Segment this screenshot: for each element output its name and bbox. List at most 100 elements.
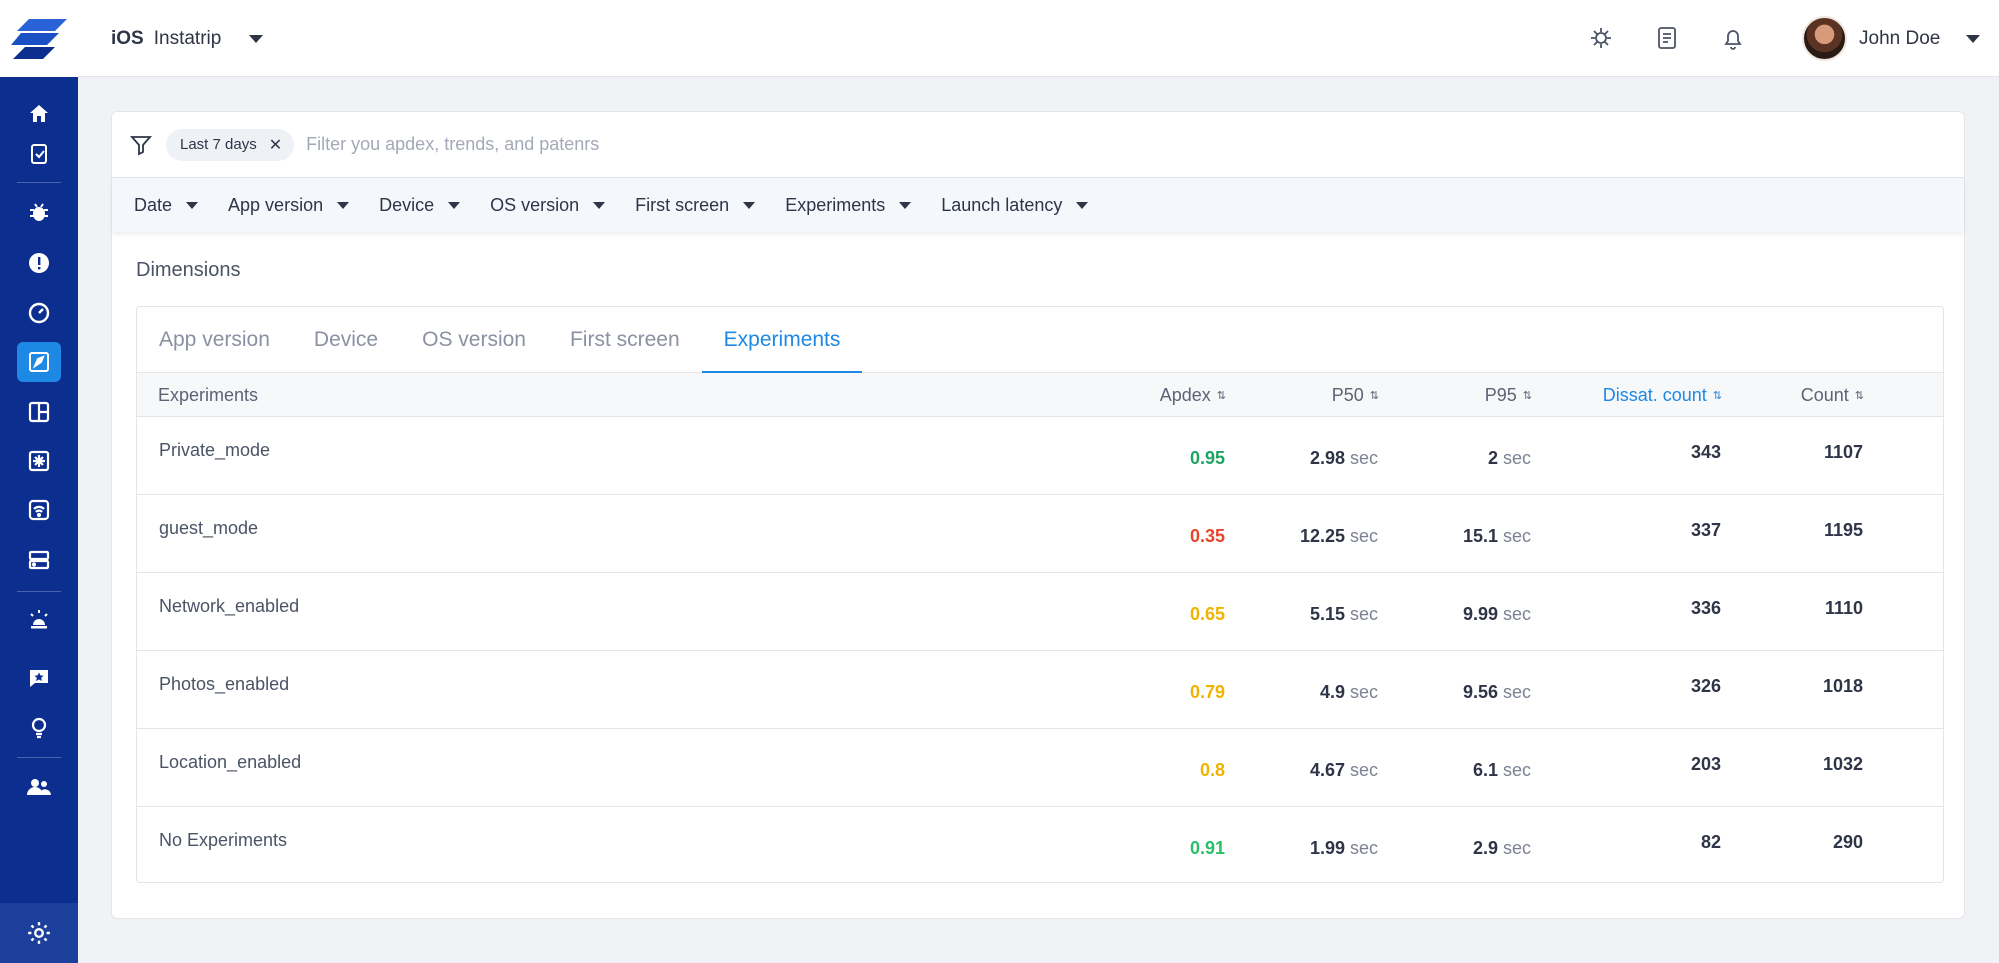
- sort-icon: ⇅: [1369, 389, 1379, 402]
- gauge-icon[interactable]: [17, 293, 61, 333]
- user-menu[interactable]: John Doe: [1802, 16, 1981, 61]
- filter-label: Device: [379, 194, 435, 215]
- app-platform: iOS: [111, 28, 144, 49]
- filter-bar: Last 7 days ✕: [112, 112, 1964, 178]
- p50-value: 4.9 sec: [1320, 653, 1378, 731]
- users-icon[interactable]: [17, 767, 61, 807]
- p95-value: 9.56 sec: [1463, 653, 1531, 731]
- apdex-value: 0.91: [1190, 809, 1225, 887]
- apdex-number: 0.91: [1189, 837, 1225, 858]
- sort-icon: ⇅: [1522, 389, 1532, 402]
- filter-chip[interactable]: Last 7 days ✕: [166, 128, 295, 161]
- p95-number: 9.99: [1462, 603, 1498, 624]
- filter-chip-label: Last 7 days: [180, 136, 257, 153]
- experiment-name: Network_enabled: [159, 595, 300, 616]
- column-header-apdex[interactable]: Apdex ⇅: [1160, 373, 1226, 417]
- table-row[interactable]: No Experiments 0.91 1.99 sec 2.9 sec 82 290: [137, 807, 1943, 885]
- p95-number: 2: [1487, 447, 1498, 468]
- clipboard-check-icon[interactable]: [17, 133, 61, 173]
- sort-icon: ⇅: [1216, 389, 1226, 402]
- document-icon[interactable]: [1651, 22, 1683, 54]
- sort-icon: ⇅: [1854, 389, 1864, 402]
- p50-value: 12.25 sec: [1300, 497, 1378, 575]
- snowflake-icon[interactable]: [17, 441, 61, 481]
- table-row[interactable]: guest_mode 0.35 12.25 sec 15.1 sec 337 1195: [137, 495, 1943, 573]
- unit-label: sec: [1349, 525, 1378, 546]
- main-card: Last 7 days ✕ Date App version Device OS…: [111, 111, 1965, 919]
- filter-first-screen[interactable]: First screen: [635, 194, 756, 216]
- wifi-icon[interactable]: [17, 490, 61, 530]
- top-bar: iOS Instatrip John Doe: [0, 0, 1999, 77]
- p50-number: 4.9: [1319, 681, 1345, 702]
- star-message-icon[interactable]: [17, 658, 61, 698]
- p95-number: 9.56: [1462, 681, 1498, 702]
- column-header-dissat-count[interactable]: Dissat. count ⇅: [1603, 373, 1722, 417]
- tab-experiments[interactable]: Experiments: [701, 307, 863, 374]
- bell-icon[interactable]: [1717, 22, 1749, 54]
- tab-os-version[interactable]: OS version: [400, 307, 548, 373]
- lightbulb-icon[interactable]: [17, 707, 61, 747]
- p95-value: 2 sec: [1488, 419, 1531, 497]
- app-switcher[interactable]: iOS Instatrip: [111, 25, 264, 53]
- logo[interactable]: [0, 0, 78, 77]
- close-icon[interactable]: ✕: [269, 135, 282, 155]
- alert-icon[interactable]: [17, 243, 61, 283]
- apdex-number: 0.8: [1199, 759, 1225, 780]
- filter-icon[interactable]: [130, 134, 152, 156]
- bug-settings-icon[interactable]: [1585, 22, 1617, 54]
- siren-icon[interactable]: [17, 599, 61, 639]
- filter-device[interactable]: Device: [379, 194, 461, 216]
- column-header-p50[interactable]: P50 ⇅: [1332, 373, 1379, 417]
- bug-icon[interactable]: [17, 192, 61, 232]
- column-header-p95[interactable]: P95 ⇅: [1485, 373, 1532, 417]
- table-row[interactable]: Private_mode 0.95 2.98 sec 2 sec 343 1107: [137, 417, 1943, 495]
- dissat-count-value: 326: [1690, 675, 1721, 696]
- section-title: Dimensions: [136, 259, 241, 281]
- experiment-name: Private_mode: [159, 439, 271, 460]
- apdex-number: 0.79: [1189, 681, 1225, 702]
- server-icon[interactable]: [17, 540, 61, 580]
- apdex-value: 0.65: [1190, 575, 1225, 653]
- apdex-value: 0.95: [1190, 419, 1225, 497]
- experiment-name: Photos_enabled: [159, 673, 290, 694]
- unit-label: sec: [1502, 837, 1531, 858]
- column-header-count[interactable]: Count ⇅: [1801, 373, 1864, 417]
- tab-app-version[interactable]: App version: [137, 307, 292, 373]
- dimensions-panel: App version Device OS version First scre…: [136, 306, 1944, 883]
- table-row[interactable]: Photos_enabled 0.79 4.9 sec 9.56 sec 326 1018: [137, 651, 1943, 729]
- gear-icon[interactable]: [0, 903, 78, 963]
- table-header: Experiments Apdex ⇅ P50 ⇅ P95 ⇅ Dissat. cou…: [137, 373, 1943, 417]
- search-input[interactable]: [306, 134, 1507, 155]
- filter-os-version[interactable]: OS version: [490, 195, 606, 216]
- filter-label: First screen: [635, 194, 730, 215]
- experiment-name: Location_enabled: [159, 751, 302, 772]
- filter-app-version[interactable]: App version: [228, 195, 350, 216]
- p50-number: 2.98: [1309, 447, 1345, 468]
- p50-value: 2.98 sec: [1310, 419, 1378, 497]
- dissat-count-value: 337: [1690, 519, 1721, 540]
- filter-experiments[interactable]: Experiments: [785, 195, 912, 216]
- table-row[interactable]: Network_enabled 0.65 5.15 sec 9.99 sec 336 1110: [137, 573, 1943, 651]
- tab-first-screen[interactable]: First screen: [548, 307, 702, 373]
- chevron-down-icon: [448, 201, 461, 209]
- tab-device[interactable]: Device: [292, 307, 400, 373]
- dissat-count-value: 82: [1700, 831, 1721, 852]
- unit-label: sec: [1349, 447, 1378, 468]
- p95-number: 6.1: [1472, 759, 1498, 780]
- count-value: 1032: [1822, 753, 1863, 774]
- p95-value: 9.99 sec: [1463, 575, 1531, 653]
- sidebar: [0, 77, 78, 963]
- home-icon[interactable]: [17, 94, 61, 134]
- filter-date[interactable]: Date: [134, 195, 199, 216]
- apdex-value: 0.35: [1190, 497, 1225, 575]
- apdex-value: 0.8: [1200, 731, 1225, 809]
- filter-launch-latency[interactable]: Launch latency: [941, 195, 1089, 216]
- chevron-down-icon: [249, 35, 264, 43]
- sort-icon: ⇅: [1712, 389, 1722, 402]
- chevron-down-icon: [593, 201, 606, 209]
- chevron-down-icon: [1076, 201, 1089, 209]
- apdex-number: 0.65: [1189, 603, 1225, 624]
- rocket-icon[interactable]: [17, 342, 61, 382]
- layout-icon[interactable]: [17, 392, 61, 432]
- table-row[interactable]: Location_enabled 0.8 4.67 sec 6.1 sec 203 1032: [137, 729, 1943, 807]
